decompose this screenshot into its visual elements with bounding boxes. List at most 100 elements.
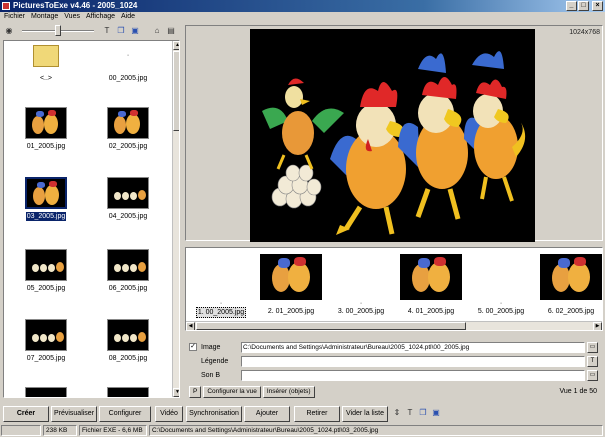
slide-timeline: · 1. 00_2005.jpg 2. 01_2005.jpg · 3. 00_… — [185, 247, 603, 331]
remove-button[interactable]: Retirer — [294, 406, 340, 422]
timeline-scrollbar[interactable]: ◀ ▶ — [186, 321, 602, 330]
preview-button[interactable]: Prévisualiser — [51, 406, 97, 422]
create-button[interactable]: Créer — [3, 406, 49, 422]
browser-toolbar: ◉ T ❐ ▣ ⌂ ▤ — [0, 23, 184, 39]
video-button[interactable]: Vidéo — [155, 406, 183, 422]
browser-item[interactable]: 08_2005.jpg — [98, 319, 158, 363]
timeline-slide[interactable]: 4. 01_2005.jpg — [396, 254, 466, 316]
browser-item[interactable]: 02_2005.jpg — [98, 107, 158, 151]
browser-item-parent-folder[interactable]: <..> — [16, 45, 76, 83]
legend-row: Légende T — [189, 356, 599, 367]
app-icon — [2, 2, 10, 10]
text-icon[interactable]: T — [102, 26, 112, 36]
scroll-right-icon[interactable]: ▶ — [593, 322, 602, 330]
timeline-slide[interactable]: 2. 01_2005.jpg — [256, 254, 326, 316]
timeline-empty-slide — [466, 254, 536, 300]
menu-aide[interactable]: Aide — [118, 12, 138, 22]
scroll-up-icon[interactable]: ▲ — [173, 41, 179, 50]
clear-list-button[interactable]: Vider la liste — [342, 406, 388, 422]
slide-dot: · — [219, 300, 223, 307]
browser-item[interactable]: 04_2005.jpg — [98, 177, 158, 221]
browser-item-label: <..> — [39, 75, 53, 82]
browser-item-partial[interactable] — [16, 387, 76, 397]
slide-dot: · — [359, 300, 363, 307]
browser-item-label: 00_2005.jpg — [108, 75, 148, 82]
thumbnail-image — [25, 177, 67, 209]
status-path: C:\Documents and Settings\Administrateur… — [149, 425, 603, 436]
timeline-thumb — [260, 254, 322, 300]
timeline-slide[interactable]: · 3. 00_2005.jpg — [326, 254, 396, 316]
scroll-left-icon[interactable]: ◀ — [186, 322, 195, 330]
legend-label: Légende — [201, 358, 229, 365]
browser-item[interactable]: 05_2005.jpg — [16, 249, 76, 293]
menu-bar: Fichier Montage Vues Affichage Aide — [0, 12, 605, 22]
browser-scrollbar[interactable]: ▲ ▼ — [172, 41, 179, 397]
refresh-icon[interactable]: ▣ — [431, 407, 441, 419]
browser-item-selected[interactable]: 03_2005.jpg — [16, 177, 76, 221]
new-folder-icon[interactable]: ▤ — [166, 26, 176, 36]
thumbnail-image — [25, 387, 67, 397]
thumb-size-slider-handle[interactable] — [55, 25, 61, 36]
sound-label: Son B — [201, 372, 221, 379]
menu-fichier[interactable]: Fichier — [1, 12, 28, 22]
menu-vues[interactable]: Vues — [61, 12, 83, 22]
thumbnail-image — [25, 107, 67, 139]
browser-item-partial[interactable] — [98, 387, 158, 397]
app-window: PicturesToExe v4.46 - 2005_1024 _ □ × Fi… — [0, 0, 605, 437]
browser-item[interactable]: 07_2005.jpg — [16, 319, 76, 363]
menu-montage[interactable]: Montage — [28, 12, 61, 22]
browser-item[interactable]: 06_2005.jpg — [98, 249, 158, 293]
slide-properties: ✓ Image C:\Documents and Settings\Admini… — [185, 337, 603, 403]
timeline-slide-label: 2. 01_2005.jpg — [267, 308, 315, 315]
timeline-slide[interactable]: 6. 02_2005.jpg — [536, 254, 602, 316]
copy-icon[interactable]: ❐ — [418, 407, 428, 419]
timeline-slide-selected[interactable]: · 1. 00_2005.jpg — [186, 254, 256, 318]
timeline-slide[interactable]: · 5. 00_2005.jpg — [466, 254, 536, 316]
browser-item-label: 02_2005.jpg — [108, 143, 148, 150]
image-checkbox[interactable]: ✓ — [189, 343, 197, 351]
browser-scrollbar-thumb[interactable] — [173, 51, 179, 131]
browser-item[interactable]: · 00_2005.jpg — [98, 45, 158, 83]
configure-view-button[interactable]: Configurer la vue — [203, 386, 261, 398]
image-path-field[interactable]: C:\Documents and Settings\Administrateur… — [241, 342, 585, 353]
browser-item-label: 08_2005.jpg — [108, 355, 148, 362]
sync-button[interactable]: Synchronisation — [186, 406, 242, 422]
refresh-icon[interactable]: ▣ — [130, 26, 140, 36]
browser-item-label: 07_2005.jpg — [26, 355, 66, 362]
menu-affichage[interactable]: Affichage — [83, 12, 118, 22]
roosters-illustration — [262, 51, 526, 235]
timeline-slide-label: 1. 00_2005.jpg — [195, 307, 247, 318]
status-bar: 238 KB Fichier EXE - 6,6 MB C:\Documents… — [0, 425, 605, 437]
timeline-empty-slide — [326, 254, 396, 300]
legend-edit-icon[interactable]: T — [587, 356, 598, 367]
close-button[interactable]: × — [592, 1, 603, 11]
timeline-scrollbar-thumb[interactable] — [196, 322, 466, 330]
thumbnail-image — [25, 249, 67, 281]
add-button[interactable]: Ajouter — [244, 406, 290, 422]
copy-icon[interactable]: ❐ — [116, 26, 126, 36]
zoom-out-icon[interactable]: ◉ — [4, 26, 14, 36]
sound-field[interactable] — [241, 370, 585, 381]
insert-objects-button[interactable]: Insérer (objets) — [262, 386, 315, 398]
text-icon[interactable]: T — [405, 407, 415, 419]
configure-button[interactable]: Configurer — [99, 406, 151, 422]
title-bar[interactable]: PicturesToExe v4.46 - 2005_1024 _ □ × — [0, 0, 605, 12]
browse-image-icon[interactable]: ▭ — [587, 342, 598, 353]
thumbnail-image — [107, 107, 149, 139]
preview-image[interactable] — [250, 29, 535, 242]
browser-item[interactable]: 01_2005.jpg — [16, 107, 76, 151]
minimize-button[interactable]: _ — [566, 1, 577, 11]
thumbnail-image — [107, 249, 149, 281]
browse-sound-icon[interactable]: ▭ — [587, 370, 598, 381]
scroll-down-icon[interactable]: ▼ — [173, 388, 179, 397]
browser-item-label: 06_2005.jpg — [108, 285, 148, 292]
resolution-label: 1024x768 — [569, 29, 600, 36]
browser-item-label: 05_2005.jpg — [26, 285, 66, 292]
p-button[interactable]: P — [189, 386, 202, 398]
maximize-button[interactable]: □ — [578, 1, 589, 11]
main-button-bar: Créer Prévisualiser Configurer Vidéo Syn… — [0, 405, 605, 423]
move-updown-icon[interactable]: ⇕ — [392, 407, 402, 419]
legend-field[interactable] — [241, 356, 585, 367]
timeline-thumb — [400, 254, 462, 300]
folder-up-icon[interactable]: ⌂ — [152, 26, 162, 36]
